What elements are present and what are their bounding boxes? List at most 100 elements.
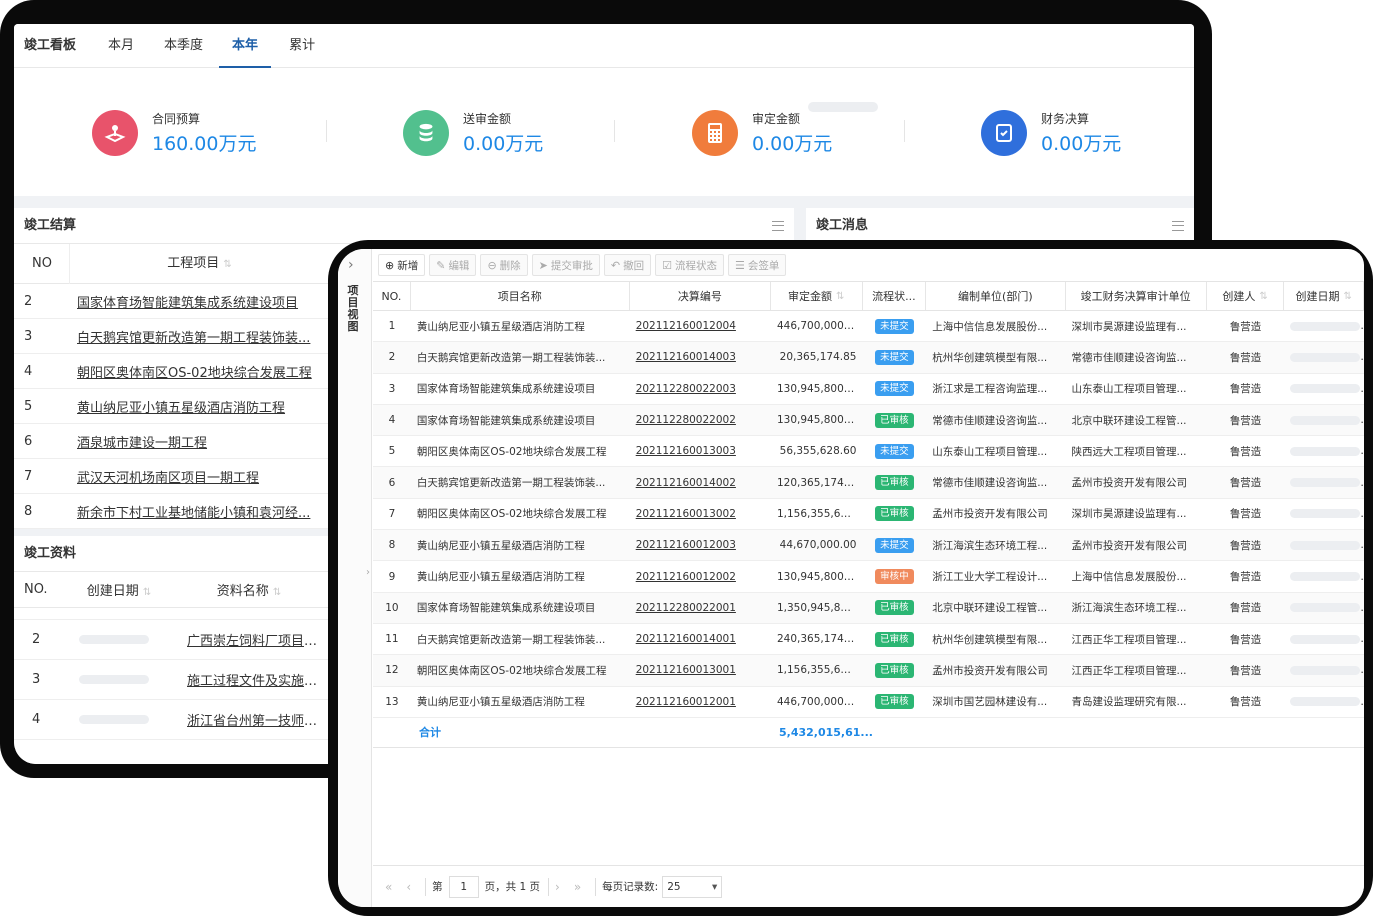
- submit-approval-button[interactable]: ➤ 提交审批: [531, 254, 600, 276]
- project-link[interactable]: 酒泉城市建设一期工程: [69, 432, 314, 451]
- date-placeholder: [69, 672, 179, 687]
- flow-status-cell: 未提交: [863, 443, 927, 459]
- table-row[interactable]: 5 朝阳区奥体南区OS-02地块综合发展工程 202112160013003 56,3…: [373, 436, 1364, 468]
- tab-month[interactable]: 本月: [108, 24, 134, 68]
- flow-status-cell: 已审核: [863, 631, 927, 647]
- settlement-code-link[interactable]: 202112160014001: [630, 633, 771, 645]
- page-number-input[interactable]: 1: [448, 875, 479, 898]
- col-creator[interactable]: 创建人 ⇅: [1207, 282, 1285, 310]
- col-date-label: 创建日期: [86, 584, 139, 599]
- edit-button[interactable]: ✎ 编辑: [429, 254, 477, 276]
- add-button[interactable]: ⊕ 新增: [378, 254, 426, 276]
- sort-icon: ⇅: [836, 290, 845, 302]
- document-link[interactable]: 浙江省台州第一技师学院p...: [179, 710, 329, 729]
- col-project-label: 工程项目: [167, 255, 220, 271]
- settlement-code-link[interactable]: 202112160013002: [630, 508, 771, 520]
- status-badge: 已审核: [875, 662, 914, 678]
- table-row[interactable]: 13 黄山纳尼亚小镇五星级酒店消防工程 202112160012001 446,700…: [373, 687, 1364, 718]
- settlement-grid: NO. 项目名称 决算编号 审定金额 ⇅ 流程状... 编制单位(部门) 竣工财务…: [373, 281, 1364, 748]
- table-row[interactable]: 3 国家体育场智能建筑集成系统建设项目 202112280022003 130,945…: [373, 374, 1364, 405]
- tab-dashboard[interactable]: 竣工看板: [24, 24, 76, 68]
- col-doc-name[interactable]: 资料名称 ⇅: [169, 580, 329, 599]
- settlement-code-link[interactable]: 202112160012002: [630, 571, 771, 583]
- table-row[interactable]: 4 国家体育场智能建筑集成系统建设项目 202112280022002 130,945…: [373, 404, 1364, 437]
- settlement-code-link[interactable]: 202112160013003: [630, 445, 771, 457]
- menu-icon[interactable]: [1172, 221, 1184, 231]
- table-row[interactable]: 10 国家体育场智能建筑集成系统建设项目 202112280022001 1,350,…: [373, 592, 1364, 624]
- col-flow-status[interactable]: 流程状...: [863, 282, 927, 310]
- menu-icon[interactable]: [772, 221, 784, 231]
- project-name: 朝阳区奥体南区OS-02地块综合发展工程: [416, 664, 607, 677]
- submit-label: 提交审批: [550, 259, 593, 272]
- collapse-handle-icon[interactable]: ›: [366, 567, 370, 578]
- project-link[interactable]: 新余市下村工业基地储能小镇和袁河经...: [69, 502, 314, 521]
- approved-amount: 56,355,628.60: [779, 445, 857, 458]
- table-row[interactable]: 7 朝阳区奥体南区OS-02地块综合发展工程 202112160013002 1,15…: [373, 499, 1364, 531]
- settlement-code-link[interactable]: 202112160012004: [630, 320, 771, 332]
- page-size-select[interactable]: 25: [662, 875, 723, 898]
- col-project-name[interactable]: 项目名称: [411, 282, 630, 310]
- settlement-code-link[interactable]: 202112280022001: [630, 602, 771, 614]
- first-page-icon[interactable]: «: [385, 880, 392, 894]
- divider: [425, 877, 427, 896]
- row-no: 8: [388, 539, 396, 552]
- settlement-code-link[interactable]: 202112160012001: [630, 696, 771, 708]
- prep-unit: 杭州华创建筑模型有限...: [932, 633, 1048, 646]
- created-date-placeholder: [1284, 477, 1364, 489]
- table-row[interactable]: 1 黄山纳尼亚小镇五星级酒店消防工程 202112160012004 446,700,…: [373, 311, 1364, 343]
- next-page-icon[interactable]: ›: [555, 880, 560, 894]
- settlement-code-link[interactable]: 202112160012003: [630, 539, 771, 551]
- created-date-placeholder: [1284, 633, 1364, 645]
- project-link[interactable]: 黄山纳尼亚小镇五星级酒店消防工程: [69, 397, 314, 416]
- delete-button[interactable]: ⊖ 删除: [480, 254, 528, 276]
- project-link[interactable]: 国家体育场智能建筑集成系统建设项目: [69, 292, 314, 311]
- table-row[interactable]: 11 白天鹅宾馆更新改造第一期工程装饰装... 202112160014001 240…: [373, 624, 1364, 656]
- settlement-title: 竣工结算: [14, 208, 794, 244]
- panel-title-text: 竣工消息: [816, 218, 869, 233]
- countersign-button[interactable]: ☰ 会签单: [727, 254, 787, 276]
- tab-quarter[interactable]: 本季度: [164, 24, 203, 68]
- col-audit-unit[interactable]: 竣工财务决算审计单位: [1066, 282, 1207, 310]
- col-project[interactable]: 工程项目 ⇅: [69, 243, 329, 284]
- document-link[interactable]: 广西崇左饲料厂项目日常...: [179, 630, 329, 649]
- col-no[interactable]: NO.: [373, 282, 411, 310]
- table-row[interactable]: 8 黄山纳尼亚小镇五星级酒店消防工程 202112160012003 44,670,0…: [373, 530, 1364, 562]
- status-badge: 未提交: [875, 443, 914, 459]
- settlement-list-screen: › 项目视图 › ⊕ 新增 ✎ 编辑 ⊖ 删除 ➤ 提交审批 ↶ 撤回 ☑ 流程状态 ☰ 会签…: [338, 249, 1364, 907]
- total-row: 合计 5,432,015,61...: [373, 718, 1364, 748]
- prep-unit: 浙江工业大学工程设计...: [932, 571, 1048, 584]
- prev-page-icon[interactable]: ‹: [406, 880, 411, 894]
- tab-cumulative[interactable]: 累计: [289, 24, 315, 68]
- settlement-code-link[interactable]: 202112160014002: [630, 477, 771, 489]
- settlement-code-link[interactable]: 202112160014003: [630, 351, 771, 363]
- created-date-placeholder: [1284, 571, 1364, 583]
- col-settlement-code[interactable]: 决算编号: [630, 282, 771, 310]
- flow-status-button[interactable]: ☑ 流程状态: [655, 254, 724, 276]
- row-no: 2: [388, 351, 396, 364]
- project-link[interactable]: 朝阳区奥体南区OS-02地块综合发展工程: [69, 362, 314, 381]
- project-link[interactable]: 武汉天河机场南区项目一期工程: [69, 467, 314, 486]
- table-row[interactable]: 2 白天鹅宾馆更新改造第一期工程装饰装... 202112160014003 20,3…: [373, 342, 1364, 374]
- document-link[interactable]: 施工过程文件及实施情况...: [179, 670, 329, 689]
- settlement-code-link[interactable]: 202112280022003: [630, 383, 771, 395]
- project-link[interactable]: 白天鹅宾馆更新改造第一期工程装饰装...: [69, 327, 314, 346]
- table-row[interactable]: 9 黄山纳尼亚小镇五星级酒店消防工程 202112160012002 130,945,…: [373, 561, 1364, 593]
- last-page-icon[interactable]: »: [574, 880, 581, 894]
- col-created-date[interactable]: 创建日期 ⇅: [1284, 282, 1364, 310]
- settlement-code-link[interactable]: 202112160013001: [630, 664, 771, 676]
- calculator-icon: [692, 110, 738, 156]
- chevron-right-icon[interactable]: ›: [348, 257, 354, 273]
- created-date-placeholder: [1284, 508, 1364, 520]
- row-no: 6: [388, 476, 396, 489]
- col-prep-unit[interactable]: 编制单位(部门): [926, 282, 1066, 310]
- status-badge: 已审核: [875, 631, 914, 647]
- settlement-code-link[interactable]: 202112280022002: [630, 414, 771, 426]
- table-row[interactable]: 6 白天鹅宾馆更新改造第一期工程装饰装... 202112160014002 120,…: [373, 467, 1364, 499]
- audit-unit: 北京中联环建设工程管...: [1071, 414, 1187, 427]
- revoke-button[interactable]: ↶ 撤回: [603, 254, 652, 276]
- tab-year[interactable]: 本年: [219, 24, 272, 68]
- table-row[interactable]: 12 朝阳区奥体南区OS-02地块综合发展工程 202112160013001 1,1…: [373, 655, 1364, 687]
- col-approved-amount[interactable]: 审定金额 ⇅: [771, 282, 863, 310]
- creator: 鲁营造: [1229, 696, 1262, 709]
- col-date[interactable]: 创建日期 ⇅: [69, 580, 169, 599]
